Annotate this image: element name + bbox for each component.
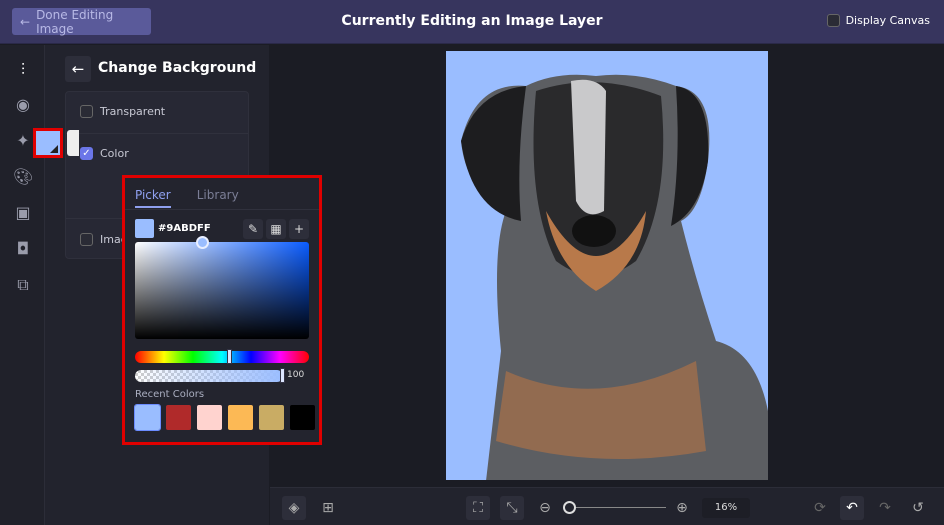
alpha-handle[interactable] bbox=[280, 368, 285, 383]
refresh-icon[interactable]: ⟳ bbox=[808, 496, 832, 520]
tab-picker[interactable]: Picker bbox=[135, 188, 171, 208]
panel-title: Change Background bbox=[98, 60, 257, 76]
display-canvas-checkbox[interactable] bbox=[826, 14, 840, 27]
undo-icon[interactable]: ↶ bbox=[840, 496, 864, 520]
color-picker-popup: Picker Library #9ABDFF ✎ ▦ + 100 Recent … bbox=[122, 175, 322, 445]
zoom-in-icon[interactable]: ⊕ bbox=[670, 496, 694, 520]
zoom-level[interactable]: 16% bbox=[702, 498, 750, 518]
grid-view-icon[interactable]: ⊞ bbox=[316, 496, 340, 520]
zoom-slider[interactable] bbox=[570, 507, 666, 508]
hue-handle[interactable] bbox=[227, 349, 232, 364]
display-canvas-toggle[interactable]: Display Canvas bbox=[826, 14, 930, 27]
tool-rail: ⫶ ◉ ✦ 🎨︎ ▣ ◘ ⧉ bbox=[0, 45, 45, 525]
alpha-slider[interactable] bbox=[135, 370, 283, 382]
layers-icon[interactable]: ◈ bbox=[282, 496, 306, 520]
top-bar: ← Done Editing Image Currently Editing an… bbox=[0, 0, 944, 44]
adjustments-icon[interactable]: ⫶ bbox=[13, 60, 33, 80]
redo-icon[interactable]: ↷ bbox=[873, 496, 897, 520]
history-icon[interactable]: ↺ bbox=[906, 496, 930, 520]
image-canvas[interactable] bbox=[446, 51, 768, 480]
color-swatch-button[interactable] bbox=[33, 128, 63, 158]
frame-icon[interactable]: ▣ bbox=[13, 203, 33, 223]
grid-icon[interactable]: ▦ bbox=[266, 219, 286, 239]
option-color[interactable]: ✓ Color bbox=[80, 147, 129, 160]
eyedropper-icon[interactable]: ✎ bbox=[243, 219, 263, 239]
option-transparent[interactable]: Transparent bbox=[80, 105, 165, 118]
back-button[interactable]: ← bbox=[65, 56, 91, 82]
done-editing-button[interactable]: ← Done Editing Image bbox=[12, 8, 151, 36]
saturation-value-area[interactable] bbox=[135, 242, 309, 339]
zoom-slider-handle[interactable] bbox=[563, 501, 576, 514]
hex-input[interactable]: #9ABDFF bbox=[158, 223, 211, 234]
palette-icon[interactable]: 🎨︎ bbox=[13, 167, 33, 187]
checkbox[interactable] bbox=[80, 105, 93, 118]
eye-icon[interactable]: ◉ bbox=[13, 95, 33, 115]
hue-slider[interactable] bbox=[135, 351, 309, 363]
recent-color-swatch[interactable] bbox=[197, 405, 222, 430]
sv-handle[interactable] bbox=[196, 236, 209, 249]
recent-color-swatch[interactable] bbox=[166, 405, 191, 430]
recent-color-swatch[interactable] bbox=[259, 405, 284, 430]
shrink-icon[interactable]: ⤡ bbox=[500, 496, 524, 520]
plus-icon[interactable]: + bbox=[289, 219, 309, 239]
recent-colors bbox=[134, 404, 315, 431]
arrow-left-icon: ← bbox=[20, 14, 31, 29]
mask-icon[interactable]: ◘ bbox=[13, 239, 33, 259]
sparkle-icon[interactable]: ✦ bbox=[13, 131, 33, 151]
alpha-value[interactable]: 100 bbox=[287, 370, 304, 380]
current-color-preview bbox=[135, 219, 154, 238]
recent-colors-label: Recent Colors bbox=[135, 389, 205, 400]
bottom-toolbar: ◈ ⊞ ⛶ ⤡ ⊖ ⊕ 16% ⟳ ↶ ↷ ↺ bbox=[270, 487, 944, 525]
checkbox-checked[interactable]: ✓ bbox=[80, 147, 93, 160]
fit-screen-icon[interactable]: ⛶ bbox=[466, 496, 490, 520]
tab-library[interactable]: Library bbox=[197, 188, 239, 208]
checkbox[interactable] bbox=[80, 233, 93, 246]
overlay-icon[interactable]: ⧉ bbox=[13, 275, 33, 295]
recent-color-swatch[interactable] bbox=[134, 404, 161, 431]
dog-photo bbox=[461, 74, 768, 480]
zoom-out-icon[interactable]: ⊖ bbox=[533, 496, 557, 520]
secondary-swatch[interactable] bbox=[67, 130, 79, 156]
recent-color-swatch[interactable] bbox=[290, 405, 315, 430]
recent-color-swatch[interactable] bbox=[228, 405, 253, 430]
